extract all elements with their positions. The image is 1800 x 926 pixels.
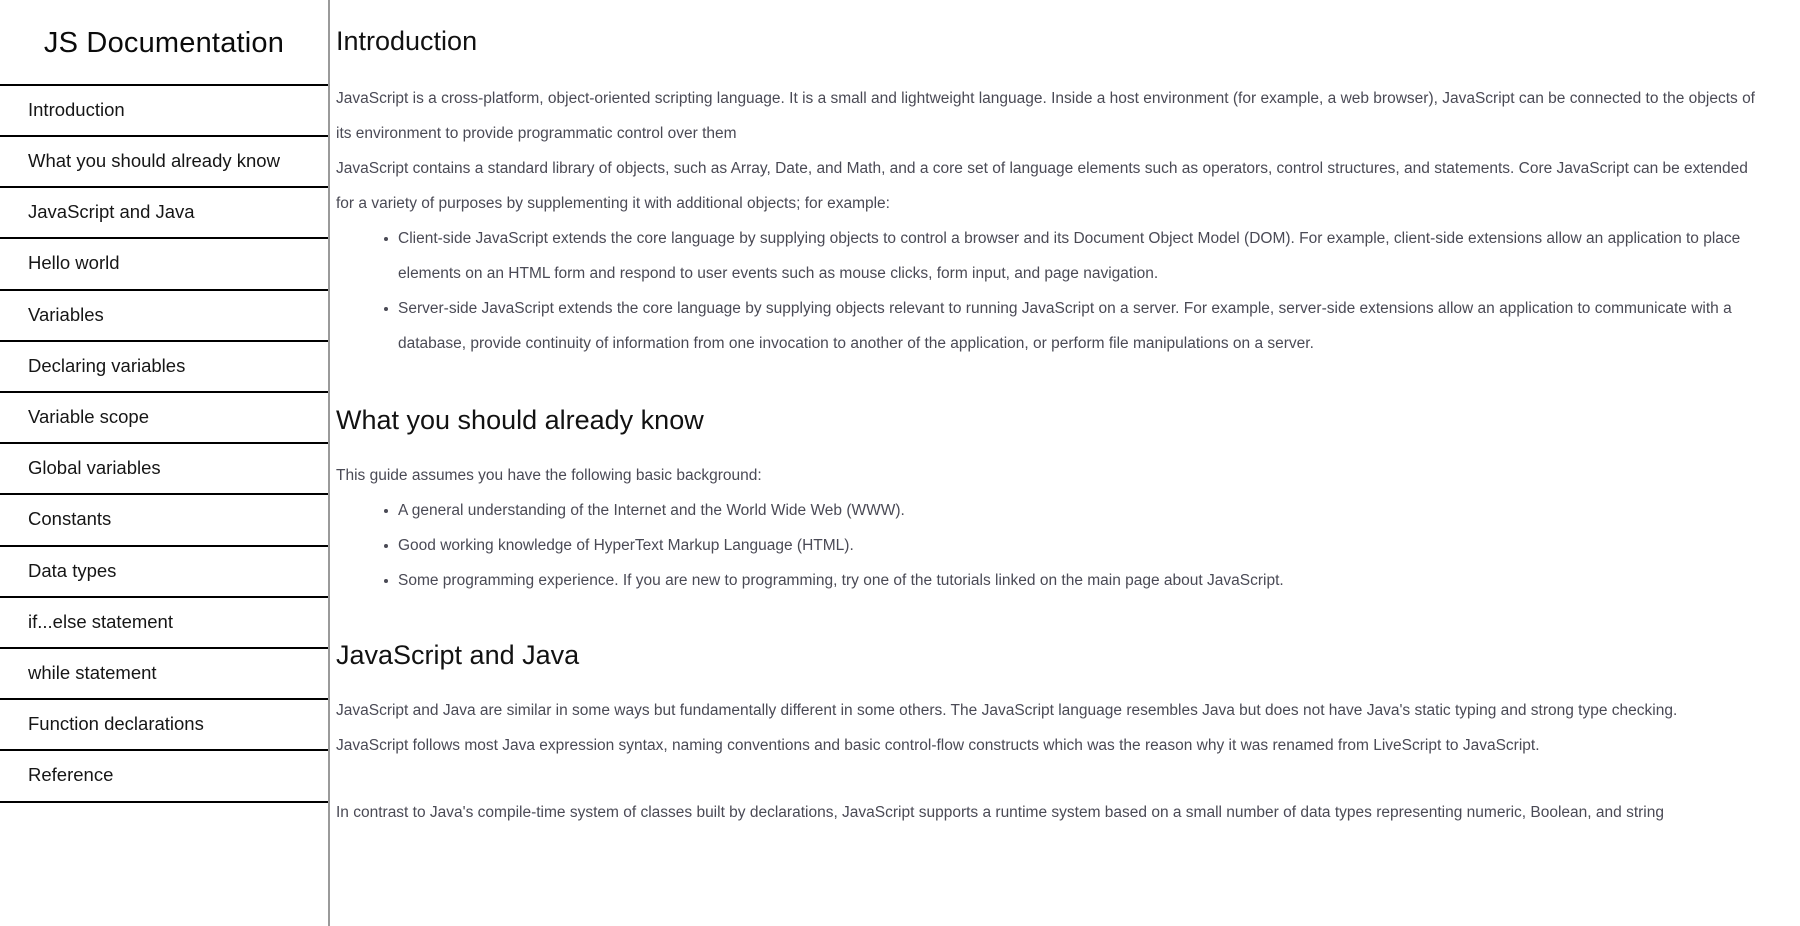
- sidebar-item-declaring-variables[interactable]: Declaring variables: [0, 339, 328, 392]
- section-what-you-should-already-know: What you should already know This guide …: [330, 361, 1770, 598]
- sidebar-item-if-else-statement[interactable]: if...else statement: [0, 595, 328, 647]
- sidebar-navbar: JS Documentation Introduction What you s…: [0, 0, 330, 926]
- sidebar-title: JS Documentation: [43, 27, 285, 59]
- section-header-what-you-should-already-know: What you should already know: [336, 405, 704, 436]
- sidebar-item-reference[interactable]: Reference: [0, 749, 328, 803]
- bullet-list: A general understanding of the Internet …: [336, 493, 1770, 598]
- sidebar-list-item: Introduction: [0, 83, 328, 136]
- sidebar-item-variables[interactable]: Variables: [0, 288, 328, 340]
- sidebar-item-variable-scope[interactable]: Variable scope: [0, 391, 328, 443]
- list-item: Some programming experience. If you are …: [384, 563, 1770, 598]
- sidebar-item-function-declarations[interactable]: Function declarations: [0, 698, 328, 750]
- list-item: Client-side JavaScript extends the core …: [384, 221, 1770, 291]
- sidebar-list-item: Variable scope: [0, 391, 328, 443]
- bullet-list: Client-side JavaScript extends the core …: [336, 221, 1770, 361]
- sidebar-list-item: Global variables: [0, 442, 328, 494]
- paragraph: This guide assumes you have the followin…: [336, 467, 762, 485]
- section-header-introduction: Introduction: [336, 26, 478, 56]
- sidebar-list-item: Hello world: [0, 237, 328, 289]
- section-javascript-and-java: JavaScript and Java JavaScript and Java …: [330, 598, 1770, 830]
- paragraph: In contrast to Java's compile-time syste…: [336, 804, 1664, 822]
- paragraph: JavaScript follows most Java expression …: [336, 737, 1540, 755]
- documentation-page: JS Documentation Introduction What you s…: [0, 0, 1800, 926]
- section-header-javascript-and-java: JavaScript and Java: [336, 640, 580, 671]
- sidebar-item-data-types[interactable]: Data types: [0, 544, 328, 596]
- sidebar-item-what-you-should-already-know[interactable]: What you should already know: [0, 135, 328, 187]
- list-item: Server-side JavaScript extends the core …: [384, 291, 1770, 361]
- sidebar-item-while-statement[interactable]: while statement: [0, 646, 328, 699]
- sidebar-item-hello-world[interactable]: Hello world: [0, 237, 328, 289]
- sidebar-item-introduction[interactable]: Introduction: [0, 83, 328, 136]
- sidebar-list-item: Variables: [0, 288, 328, 340]
- paragraph: JavaScript and Java are similar in some …: [336, 702, 1678, 720]
- sidebar-item-constants[interactable]: Constants: [0, 493, 328, 545]
- sidebar-list-item: Constants: [0, 493, 328, 545]
- sidebar-item-global-variables[interactable]: Global variables: [0, 442, 328, 494]
- list-item: Good working knowledge of HyperText Mark…: [384, 528, 1770, 563]
- paragraph: JavaScript contains a standard library o…: [336, 160, 1748, 213]
- sidebar-item-javascript-and-java[interactable]: JavaScript and Java: [0, 186, 328, 238]
- main-doc: Introduction JavaScript is a cross-platf…: [330, 0, 1800, 926]
- sidebar-list-item: Data types: [0, 544, 328, 596]
- sidebar-list-item: Reference: [0, 749, 328, 803]
- sidebar-list-item: What you should already know: [0, 135, 328, 187]
- list-item: A general understanding of the Internet …: [384, 493, 1770, 528]
- sidebar-list-item: if...else statement: [0, 595, 328, 647]
- paragraph: JavaScript is a cross-platform, object-o…: [336, 90, 1755, 143]
- sidebar-list-item: while statement: [0, 646, 328, 699]
- sidebar-nav-list: Introduction What you should already kno…: [0, 83, 328, 803]
- sidebar-list-item: Declaring variables: [0, 339, 328, 392]
- sidebar-list-item: Function declarations: [0, 698, 328, 750]
- section-introduction: Introduction JavaScript is a cross-platf…: [330, 0, 1770, 361]
- sidebar-list-item: JavaScript and Java: [0, 186, 328, 238]
